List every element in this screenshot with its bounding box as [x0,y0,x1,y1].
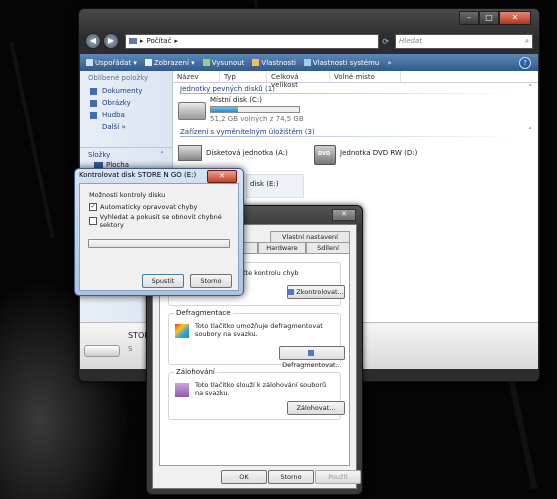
pictures-icon [90,100,97,107]
nav-item-music[interactable]: Hudba [80,109,172,121]
documents-icon [90,88,97,95]
column-total-size[interactable]: Celková velikost [267,71,330,89]
tab-row-top: Vlastní nastavení [270,231,350,242]
breadcrumb-separator: ▸ [140,37,144,45]
search-placeholder: Hledat [399,37,422,45]
system-properties-button[interactable]: Vlastnosti systému [303,59,379,67]
error-check-text: ťte kontrolu chyb [243,269,299,277]
backup-group: Zálohování Toto tlačítko slouží k záloho… [168,368,345,420]
scan-sectors-checkbox[interactable] [89,217,97,225]
check-now-button[interactable]: Zkontrolovat... [287,285,345,299]
nav-item-pictures[interactable]: Obrázky [80,97,172,109]
details-subtitle: S [128,345,133,353]
usb-drive-icon [84,345,120,357]
backup-button[interactable]: Zálohovat... [287,401,345,415]
hard-disk-icon [178,102,206,120]
drive-c-usage-fill [211,107,239,112]
nav-item-more[interactable]: Další » [80,121,172,133]
eject-button[interactable]: Vysunout [202,59,244,67]
ok-button[interactable]: OK [221,470,267,484]
forward-icon[interactable]: ▶ [103,33,119,49]
auto-fix-checkbox[interactable]: ✓ [89,203,97,211]
music-icon [90,112,97,119]
group-header-hard-drives[interactable]: Jednotky pevných disků (1) [180,85,275,93]
backup-text: Toto tlačítko slouží k zálohování soubor… [195,381,327,397]
options-label: Možnosti kontroly disku [89,191,166,199]
cancel-button[interactable]: Storno [190,274,232,288]
close-button[interactable]: ✕ [207,170,237,183]
more-commands-button[interactable]: » [387,59,391,67]
group-divider [180,136,518,137]
search-input[interactable]: Hledat ⌕ [395,33,533,49]
column-type[interactable]: Typ [220,71,267,82]
collapse-group-icon[interactable]: ˄ [529,84,533,92]
command-bar: Uspořádat ▾ Zobrazení ▾ Vysunout Vlastno… [80,54,538,71]
drive-e-name: disk (E:) [250,180,279,188]
column-free-space[interactable]: Volné místo [330,71,401,82]
drive-floppy-a[interactable]: Disketová jednotka (A:) [178,145,288,161]
group-header-removable[interactable]: Zařízení s vyměnitelným úložištěm (3) [180,128,315,136]
floppy-drive-icon [178,145,202,161]
defragment-button[interactable]: Defragmentovat... [279,346,345,369]
drive-c-free-space: 51,2 GB volných z 74,5 GB [210,115,304,123]
organize-button[interactable]: Uspořádat ▾ [86,59,137,67]
defrag-title: Defragmentace [174,309,233,317]
tab-row-bottom: Hardware Sdílení [230,242,350,253]
help-icon[interactable]: ? [519,57,531,69]
defrag-text: Toto tlačítko umožňuje defragmentovat so… [195,322,323,338]
start-button[interactable]: Spustit [142,274,184,288]
address-bar[interactable]: ▸ Počítač ▸ [125,33,380,49]
drive-removable-e[interactable]: disk (E:) [246,174,304,198]
breadcrumb-computer[interactable]: Počítač [147,37,172,45]
views-button[interactable]: Zobrazení ▾ [144,59,195,67]
defrag-shield-icon [308,350,314,356]
search-icon[interactable]: ⌕ [525,37,529,46]
cancel-button[interactable]: Storno [268,470,314,484]
drive-dvd-d[interactable]: Jednotka DVD RW (D:) [314,145,417,165]
column-name[interactable]: Název [173,71,220,82]
address-row: ◀ ▶ ▸ Počítač ▸ ⟳ Hledat ⌕ [85,33,533,49]
folders-header[interactable]: Složky ˄ [80,147,172,162]
backup-title: Zálohování [174,368,217,376]
close-button[interactable]: ✕ [332,209,356,221]
auto-fix-option[interactable]: ✓ Automaticky opravovat chyby [89,203,197,211]
minimize-button[interactable]: – [459,11,479,25]
back-icon[interactable]: ◀ [85,33,101,49]
group-divider [180,93,518,94]
defrag-group: Defragmentace Toto tlačítko umožňuje def… [168,309,345,369]
collapse-group-icon[interactable]: ˄ [529,127,533,135]
check-disk-dialog: Kontrolovat disk STORE N GO (E:) ✕ Možno… [74,168,244,296]
defrag-icon [175,324,189,338]
column-headers: Název Typ Celková velikost Volné místo [173,71,538,89]
close-button[interactable]: ✕ [499,11,531,25]
maximize-button[interactable]: □ [479,11,499,25]
backup-icon [175,383,189,397]
check-shield-icon [288,289,295,295]
collapse-icon[interactable]: ˄ [161,151,165,159]
scan-sectors-option[interactable]: Vyhledat a pokusit se obnovit chybné sek… [89,213,238,229]
nav-item-documents[interactable]: Dokumenty [80,85,172,97]
favorites-header: Oblíbené položky [88,74,149,82]
dialog-body: Možnosti kontroly disku ✓ Automaticky op… [79,183,239,291]
progress-bar [88,239,230,248]
drive-d-name: Jednotka DVD RW (D:) [340,149,418,157]
refresh-icon[interactable]: ⟳ [382,37,389,46]
dialog-title: Kontrolovat disk STORE N GO (E:) [79,171,197,179]
drive-c-name: Místní disk (C:) [210,96,263,104]
drive-a-name: Disketová jednotka (A:) [206,149,288,157]
drive-c-usage-bar [210,106,300,113]
caption-buttons: – □ ✕ [459,11,531,25]
dvd-drive-icon [314,145,336,165]
properties-button[interactable]: Vlastnosti [252,59,296,67]
tab-sharing[interactable]: Sdílení [306,242,350,253]
tab-hardware[interactable]: Hardware [258,242,306,253]
drive-local-c[interactable]: Místní disk (C:) 51,2 GB volných z 74,5 … [178,96,304,123]
computer-icon [129,38,137,44]
tab-customize[interactable]: Vlastní nastavení [270,231,350,242]
apply-button[interactable]: Použít [315,470,361,484]
breadcrumb-chevron-icon[interactable]: ▸ [174,37,178,45]
